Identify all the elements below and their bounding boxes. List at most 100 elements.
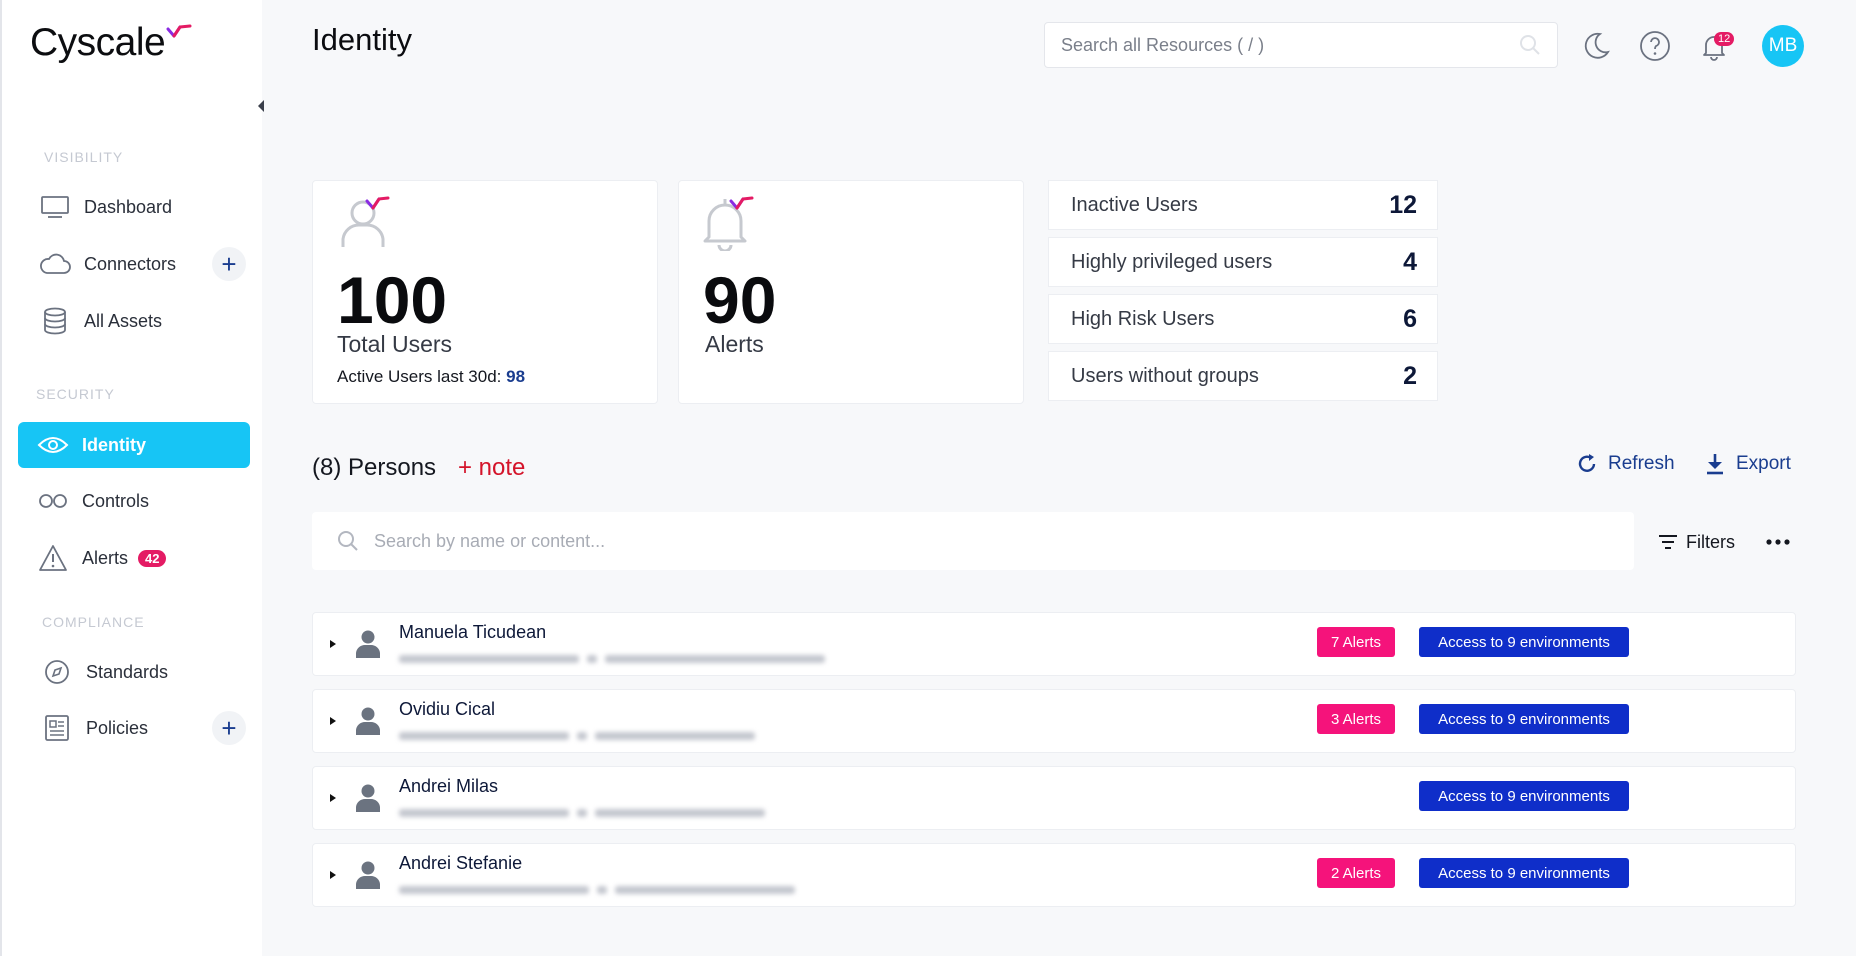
- help-button[interactable]: [1635, 26, 1675, 66]
- add-policy-button[interactable]: +: [212, 711, 246, 745]
- stat-value: 12: [1389, 190, 1417, 219]
- table-row[interactable]: Manuela Ticudean 7 Alerts Access to 9 en…: [312, 612, 1796, 676]
- sidebar-item-identity[interactable]: Identity: [18, 422, 250, 468]
- monitor-icon: [38, 190, 72, 224]
- sidebar-item-label: Alerts: [82, 547, 129, 568]
- expand-row-icon[interactable]: [327, 791, 339, 805]
- expand-row-icon[interactable]: [327, 714, 339, 728]
- search-icon: [1520, 35, 1540, 55]
- sidebar-item-label: Policies: [86, 717, 149, 738]
- persons-search-input[interactable]: [374, 530, 1610, 552]
- sidebar-item-label: Dashboard: [84, 196, 173, 217]
- logo-check-icon: [166, 24, 192, 38]
- environments-badge[interactable]: Access to 9 environments: [1419, 704, 1629, 734]
- stat-inactive-users[interactable]: Inactive Users 12: [1048, 180, 1438, 230]
- person-email-redacted: [399, 881, 849, 894]
- person-icon: [356, 707, 380, 735]
- page-title: Identity: [312, 22, 412, 57]
- more-options-button[interactable]: [1762, 527, 1794, 557]
- stat-value: 6: [1403, 304, 1417, 333]
- warning-icon: [36, 541, 70, 575]
- environments-badge[interactable]: Access to 9 environments: [1419, 858, 1629, 888]
- refresh-button[interactable]: Refresh: [1576, 449, 1675, 479]
- person-name[interactable]: Manuela Ticudean: [399, 622, 546, 643]
- sidebar-item-label: Controls: [82, 490, 150, 511]
- alerts-value: 90: [703, 263, 777, 337]
- sidebar-item-label: Identity: [82, 434, 147, 455]
- person-name[interactable]: Andrei Milas: [399, 776, 498, 797]
- bell-alert-icon: [703, 196, 754, 251]
- sidebar-item-dashboard[interactable]: Dashboard: [18, 184, 250, 230]
- stat-label: High Risk Users: [1071, 307, 1215, 330]
- alerts-badge[interactable]: 7 Alerts: [1317, 627, 1396, 657]
- export-button[interactable]: Export: [1704, 449, 1791, 479]
- expand-row-icon[interactable]: [327, 868, 339, 882]
- caret-left-icon: [258, 99, 264, 112]
- environments-badge[interactable]: Access to 9 environments: [1419, 627, 1629, 657]
- sidebar-item-label: Connectors: [84, 253, 177, 274]
- user-icon: [341, 196, 390, 247]
- stat-label: Highly privileged users: [1071, 250, 1273, 273]
- stat-highly-privileged-users[interactable]: Highly privileged users 4: [1048, 237, 1438, 287]
- sidebar-item-standards[interactable]: Standards: [18, 649, 250, 695]
- alerts-label: Alerts: [705, 331, 764, 357]
- section-label-security: SECURITY: [36, 386, 115, 402]
- sidebar-item-alerts[interactable]: Alerts 42: [18, 535, 250, 581]
- person-name[interactable]: Andrei Stefanie: [399, 853, 522, 874]
- total-users-card: 100 Total Users Active Users last 30d: 9…: [312, 180, 658, 404]
- infinity-icon: [36, 484, 70, 518]
- compass-icon: [40, 655, 74, 689]
- table-row[interactable]: Andrei Milas Access to 9 environments: [312, 766, 1796, 830]
- alerts-badge[interactable]: 2 Alerts: [1317, 858, 1396, 888]
- environments-badge[interactable]: Access to 9 environments: [1419, 781, 1629, 811]
- filters-label: Filters: [1686, 531, 1735, 552]
- global-search-input[interactable]: [1061, 34, 1519, 56]
- sidebar-item-connectors[interactable]: Connectors +: [18, 241, 250, 287]
- stat-value: 4: [1403, 247, 1417, 276]
- dark-mode-toggle[interactable]: [1576, 26, 1616, 66]
- persons-title: (8) Persons: [312, 454, 437, 481]
- stat-users-without-groups[interactable]: Users without groups 2: [1048, 351, 1438, 401]
- person-email-redacted: [399, 727, 849, 740]
- logo[interactable]: Cyscale: [30, 20, 192, 66]
- section-label-visibility: VISIBILITY: [44, 149, 124, 165]
- add-note-button[interactable]: + note: [458, 454, 525, 482]
- database-icon: [38, 304, 72, 338]
- active-users-label: Active Users last 30d:: [337, 367, 502, 386]
- person-icon: [356, 784, 380, 812]
- sidebar-item-all-assets[interactable]: All Assets: [18, 298, 250, 344]
- add-connector-button[interactable]: +: [212, 247, 246, 281]
- sidebar: Cyscale VISIBILITY Dashboard Connectors …: [0, 0, 264, 956]
- person-icon: [356, 861, 380, 889]
- global-search[interactable]: [1044, 22, 1558, 68]
- eye-icon: [36, 428, 70, 462]
- stat-label: Inactive Users: [1071, 193, 1198, 216]
- filters-button[interactable]: Filters: [1658, 527, 1735, 557]
- total-users-label: Total Users: [337, 331, 453, 357]
- document-icon: [40, 711, 74, 745]
- person-email-redacted: [399, 650, 849, 663]
- sidebar-item-controls[interactable]: Controls: [18, 478, 250, 524]
- notifications-button[interactable]: 12: [1694, 26, 1735, 66]
- collapse-sidebar-button[interactable]: [250, 96, 272, 118]
- notifications-count-badge: 12: [1714, 32, 1735, 46]
- cloud-icon: [38, 247, 72, 281]
- refresh-label: Refresh: [1608, 453, 1675, 474]
- moon-icon: [1584, 32, 1610, 59]
- active-users-text: Active Users last 30d: 98: [337, 367, 525, 387]
- persons-search[interactable]: [312, 512, 1634, 570]
- table-row[interactable]: Ovidiu Cical 3 Alerts Access to 9 enviro…: [312, 689, 1796, 753]
- table-row[interactable]: Andrei Stefanie 2 Alerts Access to 9 env…: [312, 843, 1796, 907]
- section-label-compliance: COMPLIANCE: [42, 614, 145, 630]
- download-icon: [1704, 452, 1726, 476]
- person-email-redacted: [399, 804, 849, 817]
- avatar[interactable]: MB: [1762, 25, 1804, 67]
- stat-label: Users without groups: [1071, 364, 1259, 387]
- person-icon: [356, 630, 380, 658]
- sidebar-item-policies[interactable]: Policies +: [18, 705, 250, 751]
- stat-high-risk-users[interactable]: High Risk Users 6: [1048, 294, 1438, 344]
- alerts-badge[interactable]: 3 Alerts: [1317, 704, 1396, 734]
- expand-row-icon[interactable]: [327, 637, 339, 651]
- export-label: Export: [1736, 453, 1791, 474]
- person-name[interactable]: Ovidiu Cical: [399, 699, 495, 720]
